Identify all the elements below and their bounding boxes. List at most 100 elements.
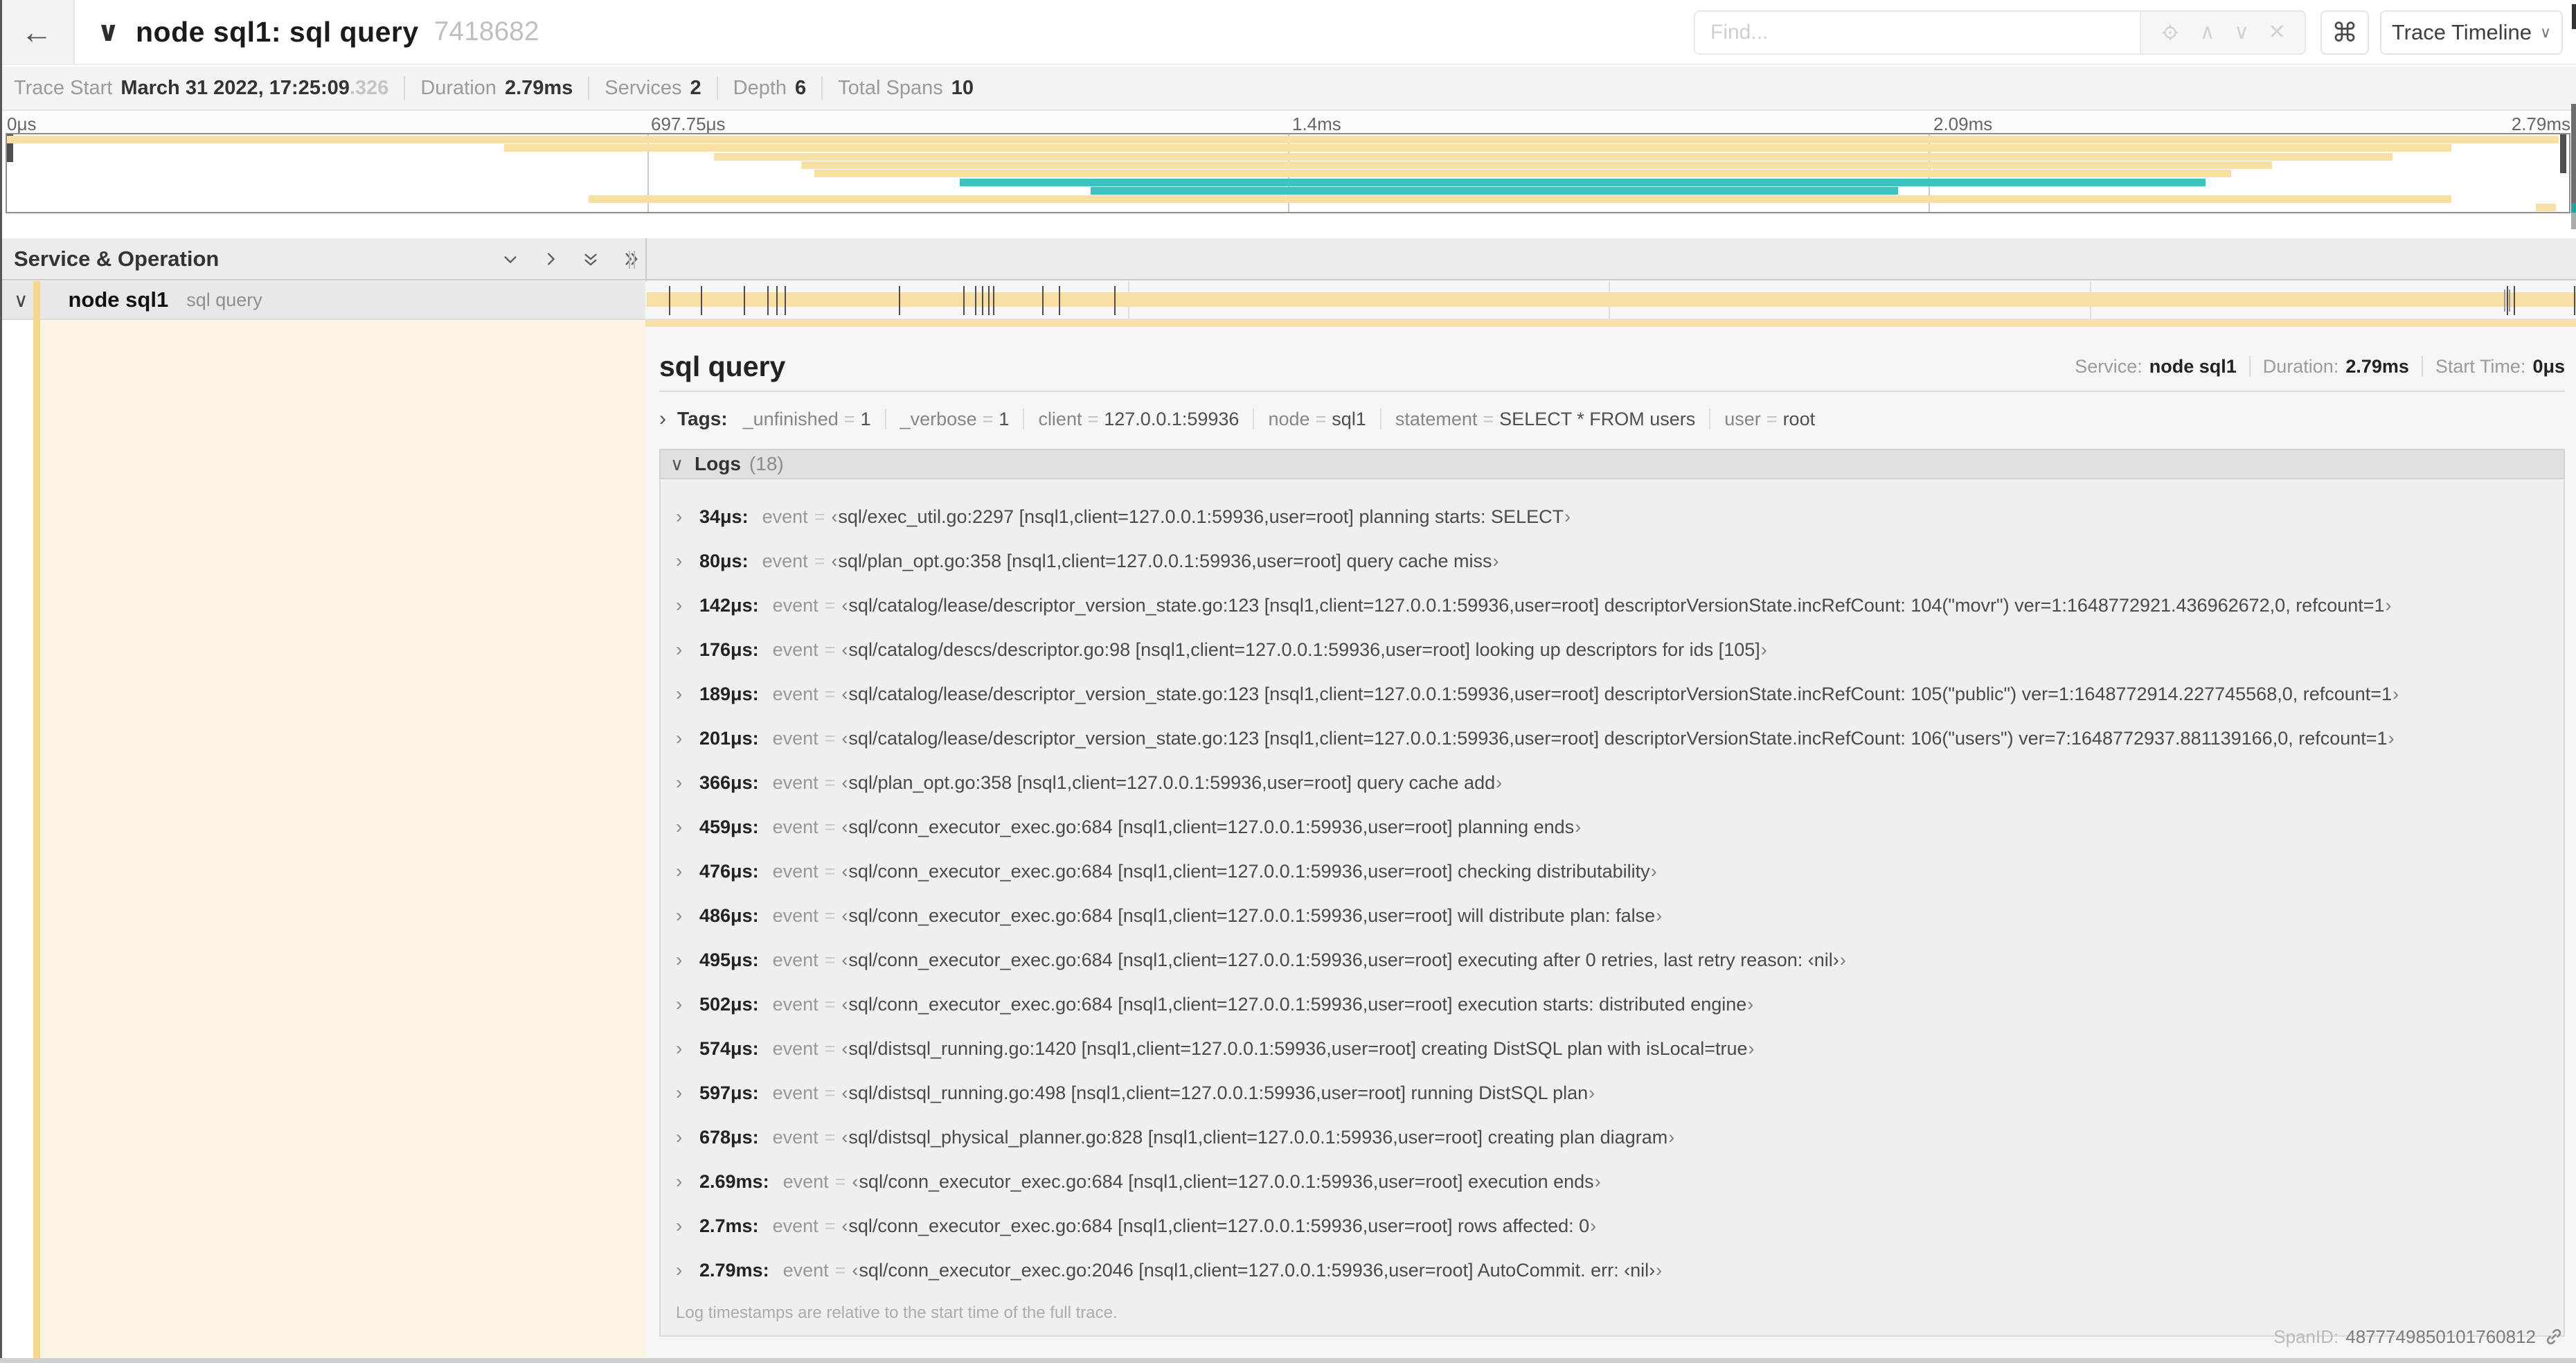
log-row[interactable]: › 2.69ms: event= sql/conn_executor_exec.go:… [661, 1159, 2564, 1204]
log-row[interactable]: › 176μs: event=sql/catalog/descs/descripto… [661, 627, 2564, 672]
log-timestamp: 142μs: [699, 594, 759, 616]
log-row[interactable]: › 142μs: event=sql/catalog/lease/descripto… [661, 583, 2564, 627]
log-field-key: event [772, 905, 819, 926]
log-row[interactable]: › 502μs: event=sql/conn_executor_exec.go:6… [661, 982, 2564, 1026]
tags-accordion[interactable]: › Tags: _unfinished = 1 _verbose = 1 client = 12… [659, 402, 2565, 436]
log-field-value: sql/distsql_running.go:498 [nsql1,client… [841, 1083, 1595, 1104]
minimap-span-bar [1091, 186, 1898, 195]
column-resize-grip[interactable] [629, 251, 635, 269]
meta-divider [588, 76, 590, 100]
collapse-one-icon[interactable] [500, 249, 521, 269]
tag-pair: client = 127.0.0.1:59936 [1038, 409, 1239, 430]
timeline-header-row: Service & Operation 0μs697.75μs1.4ms2.09… [0, 238, 2576, 519]
log-equals: = [824, 1082, 836, 1103]
chevron-right-icon: › [676, 639, 683, 660]
scrollbar-thumb[interactable] [2571, 203, 2576, 213]
meta-divider [716, 76, 718, 100]
chevron-right-icon: › [676, 860, 683, 882]
log-row[interactable]: › 2.7ms: event=sql/conn_executor_exec.go:6… [661, 1204, 2564, 1248]
log-equals: = [824, 772, 836, 793]
span-detail-header: sql query Service: node sql1 Duration: 2… [659, 345, 2565, 388]
tag-equals: = [1766, 408, 1778, 429]
log-row[interactable]: › 459μs: event=sql/conn_executor_exec.go:6… [661, 805, 2564, 849]
span-timeline-row[interactable] [645, 281, 2576, 320]
locate-icon[interactable] [2160, 22, 2181, 43]
find-prev-icon[interactable]: ∧ [2200, 22, 2215, 43]
log-row[interactable]: › 34μs: event = sql/exec_util.go:2297 [nsql1… [661, 495, 2564, 539]
tag-equals: = [1315, 408, 1327, 429]
expand-one-icon[interactable] [540, 249, 561, 269]
log-row[interactable]: › 678μs: event=sql/distsql_physical_planne… [661, 1115, 2564, 1159]
log-row[interactable]: › 597μs: event=sql/distsql_running.go:498 … [661, 1071, 2564, 1115]
view-selector-button[interactable]: Trace Timeline ∨ [2380, 10, 2563, 55]
log-timestamp: 678μs: [699, 1126, 759, 1148]
log-field-key: event [762, 550, 808, 571]
trace-meta-bar: Trace Start March 31 2022, 17:25:09.326 Du… [0, 66, 2576, 111]
find-input[interactable] [1695, 12, 2140, 53]
log-row[interactable]: › 2.79ms: event= sql/conn_executor_exec.go:… [661, 1248, 2564, 1292]
minimap-right-scrub-handle[interactable] [2560, 134, 2566, 173]
chevron-right-icon: › [676, 506, 683, 527]
minimap-span-bar [7, 136, 2559, 143]
tag-pair: _verbose = 1 [900, 409, 1010, 430]
keyboard-shortcuts-button[interactable]: ⌘ [2320, 10, 2369, 55]
span-duration-bar[interactable] [647, 292, 2576, 307]
logs-accordion-header[interactable]: ∨ Logs (18) [659, 449, 2565, 479]
log-row[interactable]: › 189μs: event=sql/catalog/lease/descripto… [661, 672, 2564, 716]
find-group: ∧ ∨ ✕ [1694, 10, 2306, 55]
span-collapse-chevron-icon[interactable]: ∨ [14, 289, 28, 312]
log-field-value: sql/exec_util.go:2297 [nsql1,client=127.… [831, 506, 1571, 528]
span-color-accent [33, 281, 40, 1359]
log-row[interactable]: › 486μs: event=sql/conn_executor_exec.go:6… [661, 893, 2564, 938]
tag-pair: node = sql1 [1268, 409, 1366, 430]
log-equals: = [824, 639, 836, 660]
log-row[interactable]: › 201μs: event=sql/catalog/lease/descripto… [661, 716, 2564, 760]
span-color-strip [645, 320, 2576, 327]
chevron-right-icon: › [676, 1215, 683, 1236]
log-field-value: sql/catalog/lease/descriptor_version_sta… [841, 595, 2391, 616]
log-timestamp: 80μs: [699, 550, 749, 571]
log-row[interactable]: › 366μs: event=sql/plan_opt.go:358 [nsql1,… [661, 760, 2564, 805]
log-tick-mark [1058, 286, 1060, 315]
log-field-value: sql/plan_opt.go:358 [nsql1,client=127.0.… [841, 772, 1502, 794]
log-field-value: sql/conn_executor_exec.go:684 [nsql1,cli… [841, 950, 1845, 971]
tag-value: 1 [999, 408, 1010, 429]
log-field-key: event [772, 683, 819, 704]
tag-equals: = [1483, 408, 1494, 429]
log-field-key: event [772, 594, 819, 616]
span-name-row[interactable]: ∨ node sql1 sql query [0, 281, 645, 320]
chevron-right-icon: › [676, 1037, 683, 1059]
log-timestamp: 366μs: [699, 772, 759, 793]
minimap-canvas[interactable] [6, 133, 2570, 213]
page-header: ← ∨ node sql1: sql query 7418682 ∧ ∨ ✕ [0, 0, 2576, 65]
collapse-all-icon[interactable] [580, 249, 601, 269]
log-timestamp: 486μs: [699, 905, 759, 926]
find-clear-icon[interactable]: ✕ [2268, 22, 2285, 43]
tag-divider [1379, 409, 1381, 429]
log-row[interactable]: › 495μs: event=sql/conn_executor_exec.go:6… [661, 938, 2564, 982]
tag-key: _unfinished [742, 408, 839, 429]
log-equals: = [834, 1259, 846, 1281]
log-row[interactable]: › 574μs: event=sql/distsql_running.go:1420… [661, 1026, 2564, 1071]
log-tick-mark [2507, 286, 2509, 315]
log-field-value: sql/distsql_running.go:1420 [nsql1,clien… [841, 1038, 1754, 1060]
meta-label: Trace Start [14, 76, 113, 99]
trace-collapse-chevron-icon[interactable]: ∨ [97, 0, 119, 64]
tag-divider [1709, 409, 1711, 429]
log-field-key: event [772, 860, 819, 882]
log-equals: = [824, 949, 836, 970]
left-gutter [2, 320, 33, 1359]
tag-pair: _unfinished = 1 [743, 409, 871, 430]
log-row[interactable]: › 476μs: event=sql/conn_executor_exec.go:6… [661, 849, 2564, 893]
log-timestamp: 176μs: [699, 639, 759, 660]
log-field-key: event [772, 1215, 819, 1236]
find-next-icon[interactable]: ∨ [2234, 22, 2249, 43]
chevron-right-icon: › [676, 816, 683, 837]
log-tick-mark [898, 286, 900, 315]
log-row[interactable]: › 80μs: event = sql/plan_opt.go:358 [nsql1,c… [661, 539, 2564, 583]
minimap-tick-label: 1.4ms [1292, 114, 1341, 134]
back-button[interactable]: ← [0, 0, 75, 64]
deep-link-icon[interactable] [2543, 1326, 2565, 1348]
page-title: node sql1: sql query [136, 15, 419, 48]
scrollbar-track[interactable] [2571, 104, 2576, 203]
